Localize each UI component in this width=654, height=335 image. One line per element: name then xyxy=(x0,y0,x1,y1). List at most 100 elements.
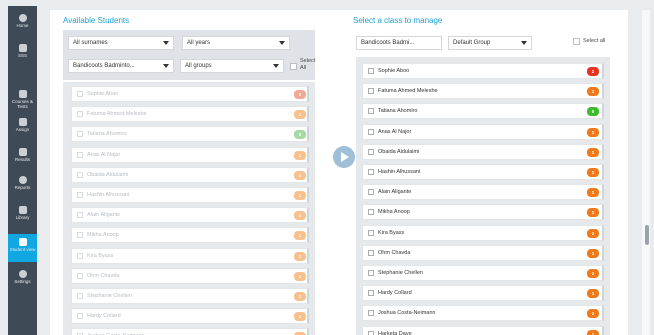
student-checkbox[interactable] xyxy=(368,270,374,276)
list-item[interactable]: Sophie Aboo 2 xyxy=(362,63,604,79)
sidebar-item-results[interactable]: Results xyxy=(8,144,37,172)
list-item[interactable]: Hardy Collard 1 xyxy=(362,285,604,302)
app-window: Home SSS Courses & Tests Assign Results Repor… xyxy=(0,0,654,335)
student-checkbox[interactable] xyxy=(368,88,374,95)
student-checkbox[interactable] xyxy=(77,192,83,198)
student-checkbox[interactable] xyxy=(77,252,83,259)
list-item[interactable]: Joshua Costa-Neimann1 xyxy=(71,328,309,335)
list-item[interactable]: Obaida Aldulaimi 1 xyxy=(71,166,309,183)
list-item[interactable]: Stephanie Chellen 1 xyxy=(71,288,309,304)
student-checkbox[interactable] xyxy=(368,148,374,155)
transfer-button[interactable] xyxy=(333,146,355,168)
score-badge: 1 xyxy=(587,188,599,198)
group-select-value: All groups xyxy=(185,63,212,69)
list-item[interactable]: Alain Aligante 1 xyxy=(71,207,309,224)
student-name: Alain Aligante xyxy=(378,189,412,196)
list-item[interactable]: Fatuma Ahmed Meleshe 1 xyxy=(362,83,604,100)
manage-group-select-value: Default Group xyxy=(453,40,491,46)
list-item[interactable]: Tatiana Ahomiro 0 xyxy=(71,126,309,143)
list-item[interactable]: Fatuma Ahmed Meleshe 1 xyxy=(71,106,309,123)
student-name: Harketa Dave xyxy=(378,330,412,335)
list-item[interactable]: Kira Byass 1 xyxy=(362,224,604,241)
list-item[interactable]: Ohm Chavda 1 xyxy=(362,244,604,261)
chevron-down-icon xyxy=(163,64,169,68)
student-checkbox[interactable] xyxy=(368,249,374,256)
student-name: Hashin Alhussani xyxy=(378,169,421,175)
student-checkbox[interactable] xyxy=(368,128,374,135)
list-item[interactable]: Mikha Anoop 1 xyxy=(71,227,309,244)
student-checkbox[interactable] xyxy=(77,111,83,118)
score-badge: 1 xyxy=(587,147,599,157)
group-select[interactable]: All groups xyxy=(180,59,284,73)
sidebar-item-student-view[interactable]: Student view xyxy=(8,234,37,262)
list-item[interactable]: Joshua Costa-Neimann1 xyxy=(362,305,604,322)
list-item[interactable]: Tatiana Ahomiro 0 xyxy=(362,103,604,120)
year-select[interactable]: All years xyxy=(182,36,290,50)
student-name: Tatiana Ahomiro xyxy=(87,131,127,138)
student-checkbox[interactable] xyxy=(368,68,374,74)
list-item[interactable]: Ohm Chavda 1 xyxy=(71,267,309,284)
list-item[interactable]: Alain Aligante 1 xyxy=(362,184,604,201)
list-item[interactable]: Hashin Alhussani 1 xyxy=(71,187,309,203)
student-checkbox[interactable] xyxy=(368,209,374,216)
list-item[interactable]: Kira Byass 1 xyxy=(71,247,309,264)
student-checkbox[interactable] xyxy=(77,171,83,178)
student-checkbox[interactable] xyxy=(77,151,83,158)
sidebar-item-label: SSS xyxy=(17,53,27,58)
sidebar-item-label: Assign xyxy=(15,127,30,132)
surname-select[interactable]: All surnames xyxy=(68,36,174,50)
manage-class-select-value: Bandicoots Badmi... xyxy=(361,40,415,46)
library-icon xyxy=(18,206,27,214)
student-checkbox[interactable] xyxy=(77,232,83,239)
class-select[interactable]: Bandicoots Badminto... xyxy=(68,59,174,73)
scrollbar-thumb[interactable] xyxy=(645,225,649,245)
score-badge: 1 xyxy=(587,228,599,238)
chevron-down-icon xyxy=(521,41,527,45)
student-name: Kira Byass xyxy=(87,252,114,259)
gear-icon xyxy=(18,270,27,278)
student-checkbox[interactable] xyxy=(77,212,83,219)
list-item[interactable]: Hardy Collard 1 xyxy=(71,308,309,325)
student-checkbox[interactable] xyxy=(368,229,374,236)
list-item[interactable]: Obaida Aldulaimi 1 xyxy=(362,143,604,160)
student-checkbox[interactable] xyxy=(368,189,374,196)
score-badge: 1 xyxy=(587,289,599,299)
student-checkbox[interactable] xyxy=(368,169,374,175)
student-checkbox[interactable] xyxy=(77,131,83,138)
student-checkbox[interactable] xyxy=(77,293,83,299)
student-checkbox[interactable] xyxy=(368,330,374,335)
list-item[interactable]: Anas Al Najar 1 xyxy=(71,146,309,163)
student-checkbox[interactable] xyxy=(368,310,374,317)
list-item[interactable]: Mikha Anoop 1 xyxy=(362,204,604,221)
sidebar-item-settings[interactable]: Settings xyxy=(8,266,37,294)
student-name: Obaida Aldulaimi xyxy=(87,171,129,178)
sidebar-item-sss[interactable]: SSS xyxy=(8,40,37,68)
play-icon xyxy=(341,152,349,162)
scrollbar-track[interactable] xyxy=(642,10,650,335)
student-checkbox[interactable] xyxy=(77,91,83,97)
chevron-down-icon xyxy=(273,64,279,68)
list-item[interactable]: Anas Al Najor 1 xyxy=(362,123,604,140)
right-select-all-checkbox[interactable] xyxy=(573,38,580,45)
student-checkbox[interactable] xyxy=(368,290,374,297)
sidebar-item-home[interactable]: Home xyxy=(8,10,37,38)
sidebar-item-courses-tests[interactable]: Courses & Tests xyxy=(8,86,37,114)
sidebar-item-library[interactable]: Library xyxy=(8,202,37,230)
list-item[interactable]: Harketa Dave 1 xyxy=(362,325,604,335)
sidebar-item-label: Settings xyxy=(14,279,31,284)
student-checkbox[interactable] xyxy=(77,272,83,279)
list-item[interactable]: Hashin Alhussani 1 xyxy=(362,164,604,180)
left-select-all-checkbox[interactable] xyxy=(290,63,297,70)
year-select-value: All years xyxy=(187,40,211,46)
score-badge: 1 xyxy=(294,191,306,200)
student-checkbox[interactable] xyxy=(77,313,83,320)
student-checkbox[interactable] xyxy=(368,108,374,115)
sidebar-item-assign[interactable]: Assign xyxy=(8,114,37,142)
sidebar-item-reports[interactable]: Reports xyxy=(8,172,37,200)
list-item[interactable]: Sophie Aboo 2 xyxy=(71,86,309,102)
sidebar-item-label: Student view xyxy=(9,247,36,252)
list-item[interactable]: Stephanie Chellen 1 xyxy=(362,265,604,281)
available-students-title: Available Students xyxy=(63,16,130,25)
manage-group-select[interactable]: Default Group xyxy=(448,36,532,50)
manage-class-select[interactable]: Bandicoots Badmi... xyxy=(356,36,442,50)
